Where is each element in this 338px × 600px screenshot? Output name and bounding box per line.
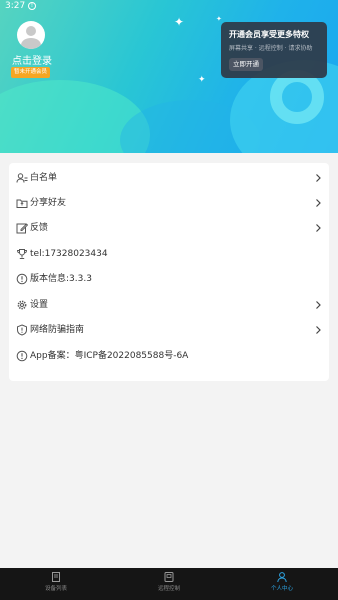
trophy-icon [17, 249, 27, 259]
person-icon [277, 572, 287, 583]
avatar[interactable] [17, 21, 45, 49]
menu-item-label: 设置 [30, 300, 49, 310]
vip-promo-card[interactable]: 开通会员享受更多特权 屏幕共享 · 远程控制 · 请求协助 立即开通 [221, 22, 327, 78]
edit-icon [16, 223, 28, 234]
settings-menu: 白名单 分享好友 反馈 tel:17328023434 版本信息:3.3.3 设… [9, 163, 329, 381]
menu-item-label: 反馈 [30, 223, 49, 233]
tab-personal-center[interactable]: 个人中心 [252, 570, 312, 598]
device-list-icon [52, 572, 60, 582]
menu-item-settings[interactable]: 设置 [9, 293, 329, 318]
menu-item-feedback[interactable]: 反馈 [9, 216, 329, 241]
tab-remote-control[interactable]: 远程控制 [139, 570, 199, 598]
decor-ring [270, 70, 324, 124]
chevron-right-icon [316, 224, 321, 232]
menu-item-label: App备案：粤ICP备2022085588号-6A [30, 351, 189, 361]
status-time: 3:27 [5, 1, 26, 11]
gear-icon [17, 300, 27, 310]
info-icon [16, 350, 28, 362]
vip-promo-title: 开通会员享受更多特权 [229, 30, 309, 39]
alert-icon: ! [28, 2, 36, 10]
user-list-icon [16, 173, 28, 183]
avatar-head [26, 26, 36, 36]
tab-label: 设备列表 [44, 586, 67, 592]
menu-item-phone: tel:17328023434 [9, 242, 329, 267]
chevron-right-icon [316, 326, 321, 334]
menu-item-label: 分享好友 [30, 198, 67, 208]
menu-item-icp-filing: App备案：粤ICP备2022085588号-6A [9, 344, 329, 369]
chevron-right-icon [316, 174, 321, 182]
profile-header: 3:27 ! ✦ ✦ ✦ 点击登录 暂未开通会员 开通会员享受更多特权 屏幕共享… [0, 0, 338, 153]
menu-item-version: 版本信息:3.3.3 [9, 267, 329, 292]
sparkle-icon: ✦ [174, 15, 185, 29]
tab-label: 个人中心 [270, 586, 293, 592]
open-vip-button[interactable]: 立即开通 [229, 58, 263, 71]
menu-item-whitelist[interactable]: 白名单 [9, 166, 329, 191]
sparkle-icon: ✦ [198, 75, 206, 85]
chevron-right-icon [316, 199, 321, 207]
bottom-tab-bar: 设备列表 远程控制 个人中心 [0, 568, 338, 600]
menu-item-label: tel:17328023434 [30, 249, 108, 259]
login-link[interactable]: 点击登录 [12, 52, 52, 67]
tab-label: 远程控制 [157, 586, 180, 592]
tab-device-list[interactable]: 设备列表 [26, 570, 86, 598]
vip-promo-subtitle: 屏幕共享 · 远程控制 · 请求协助 [229, 45, 313, 52]
avatar-body [21, 38, 41, 49]
menu-item-label: 白名单 [30, 173, 58, 183]
share-folder-icon [16, 199, 28, 208]
menu-item-share-friends[interactable]: 分享好友 [9, 191, 329, 216]
vip-status-badge: 暂未开通会员 [11, 67, 51, 78]
info-icon [16, 273, 28, 285]
chevron-right-icon [316, 301, 321, 309]
menu-item-label: 网络防骗指南 [30, 325, 85, 335]
shield-icon [17, 324, 27, 336]
menu-item-anti-fraud-guide[interactable]: 网络防骗指南 [9, 318, 329, 343]
remote-control-icon [164, 572, 174, 582]
menu-item-label: 版本信息:3.3.3 [30, 274, 92, 284]
